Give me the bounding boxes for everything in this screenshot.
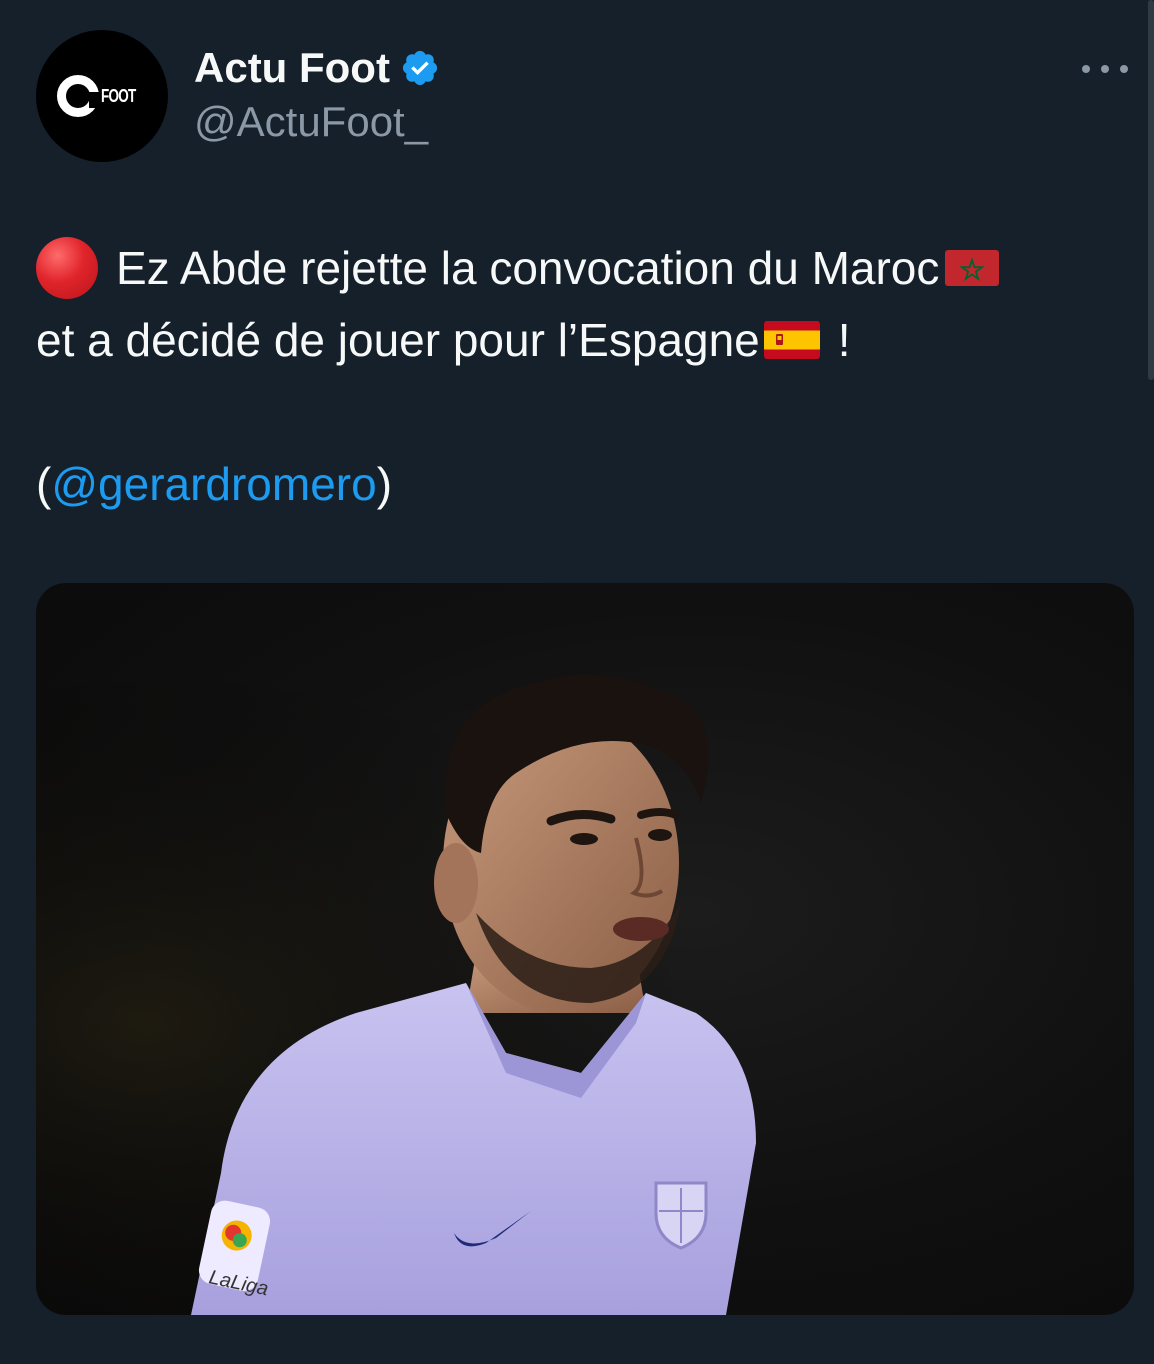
tweet-card: FOOT Actu Foot @ActuFoot_ Ez Abde rejett… [0,0,1154,1364]
player-photo-image: LaLiga [36,583,1134,1315]
mention-link[interactable]: @gerardromero [51,448,376,520]
credit-open-paren: ( [36,458,52,510]
flag-morocco-icon [945,250,1000,286]
avatar-logo-text: FOOT [101,85,136,106]
actu-foot-logo-icon: FOOT [57,75,147,117]
tweet-credit-line: (@gerardromero) [36,448,1116,520]
red-circle-icon [36,237,98,299]
credit-close-paren: ) [376,458,393,510]
author-name-row: Actu Foot [194,44,440,92]
more-dots-icon[interactable] [1082,58,1128,80]
handle[interactable]: @ActuFoot_ [194,98,428,146]
tweet-exclamation: ! [837,314,851,366]
tweet-line-2-text: et a décidé de jouer pour l’Espagne [36,314,760,366]
verified-badge-icon [402,50,438,86]
tweet-text: Ez Abde rejette la convocation du Maroc … [36,232,1116,520]
flag-spain-icon [763,321,820,359]
tweet-line-1-text: Ez Abde rejette la convocation du Maroc [116,242,940,294]
tweet-line-1: Ez Abde rejette la convocation du Maroc [36,232,1116,304]
avatar[interactable]: FOOT [36,30,168,162]
display-name[interactable]: Actu Foot [194,44,390,92]
tweet-line-2: et a décidé de jouer pour l’Espagne ! [36,304,1116,376]
tweet-photo[interactable]: LaLiga [36,583,1134,1315]
scrollbar[interactable] [1148,0,1154,380]
